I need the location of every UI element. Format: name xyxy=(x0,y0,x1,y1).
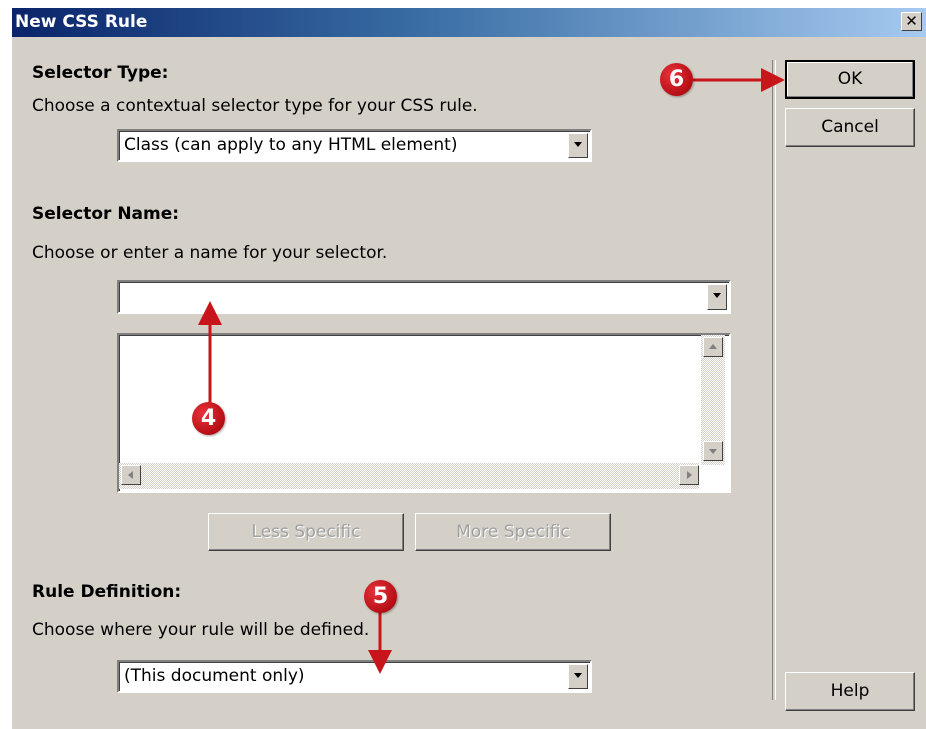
callout-5: 5 xyxy=(364,580,397,613)
callout-4: 4 xyxy=(192,402,225,435)
callout-6: 6 xyxy=(660,63,693,96)
annotation-arrows xyxy=(198,68,785,674)
